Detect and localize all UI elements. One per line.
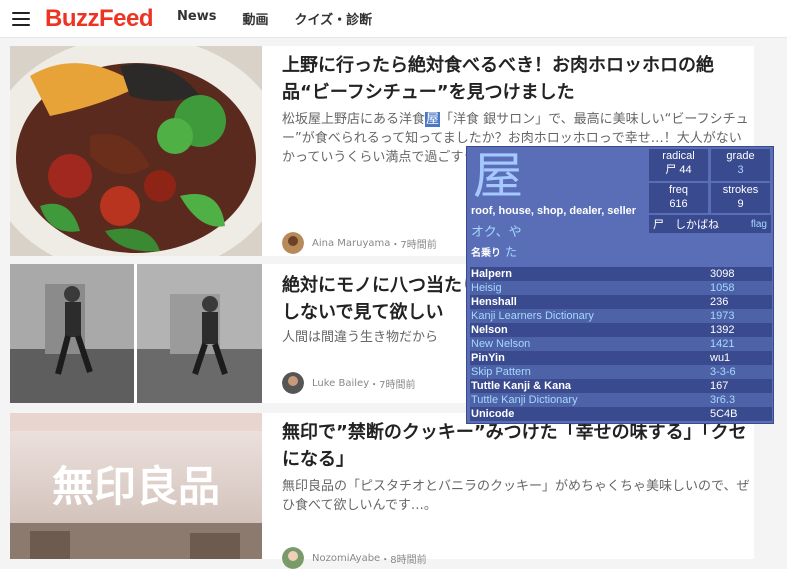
flag-link[interactable]: flag bbox=[751, 219, 767, 230]
ref-name: Unicode bbox=[471, 408, 515, 420]
author-name[interactable]: NozomiAyabe bbox=[312, 553, 380, 564]
stat-label: strokes bbox=[722, 184, 759, 196]
stat-label: radical bbox=[662, 150, 695, 162]
ref-row[interactable]: Skip Pattern 3-3-6 bbox=[470, 365, 772, 379]
timestamp: ・7時間前 bbox=[390, 239, 437, 251]
stat-value: 616 bbox=[669, 198, 688, 210]
timestamp: ・8時間前 bbox=[380, 554, 427, 566]
highlighted-kanji[interactable]: 屋 bbox=[425, 112, 441, 127]
ref-row: Nelson 1392 bbox=[470, 323, 772, 337]
ref-value: 1392 bbox=[710, 324, 735, 336]
ref-name: Nelson bbox=[471, 324, 508, 336]
ref-value: 3098 bbox=[710, 268, 735, 280]
ref-name[interactable]: Tuttle Kanji Dictionary bbox=[470, 393, 710, 407]
article-title[interactable]: 絶対にモノに八つ当たりしないで見て欲しい bbox=[282, 272, 482, 326]
ref-value: 1973 bbox=[710, 310, 735, 322]
ref-name: Henshall bbox=[471, 296, 517, 308]
byline: Aina Maruyama ・7時間前 bbox=[282, 232, 437, 254]
ref-value: 1421 bbox=[710, 338, 735, 350]
nanori-label: 名乗り bbox=[471, 248, 501, 259]
stat-label: grade bbox=[726, 150, 755, 162]
article-thumbnail-video[interactable] bbox=[10, 264, 262, 403]
author-name[interactable]: Aina Maruyama bbox=[312, 238, 390, 249]
ref-value: 236 bbox=[710, 296, 729, 308]
ref-row: Henshall 236 bbox=[470, 295, 772, 309]
kanji-onyomi: オク、や bbox=[471, 224, 522, 239]
article-content: 無印で”禁断のクッキー”みつけた「幸せの味する」「クセになる」 無印良品の「ピス… bbox=[282, 419, 752, 569]
reference-table: Halpern 3098 Heisig 1058 Henshall 236 Kanji… bbox=[470, 267, 772, 421]
stat-value: 9 bbox=[737, 198, 744, 210]
ref-value: 3-3-6 bbox=[710, 366, 736, 378]
ref-name[interactable]: Skip Pattern bbox=[470, 365, 710, 379]
buzzfeed-logo[interactable]: BuzzFeed bbox=[45, 5, 154, 33]
ref-value: 3r6.3 bbox=[710, 394, 736, 406]
ref-value: wu1 bbox=[710, 352, 731, 364]
stat-strokes: strokes 9 bbox=[711, 183, 770, 213]
ref-row: PinYin wu1 bbox=[470, 351, 772, 365]
article-thumbnail-beef-stew[interactable] bbox=[10, 46, 262, 256]
radical-name: 尸 しかばね bbox=[653, 219, 719, 231]
author-avatar[interactable] bbox=[282, 547, 304, 569]
radical-name-row: 尸 しかばね flag bbox=[649, 215, 771, 233]
hamburger-menu-icon[interactable] bbox=[12, 11, 30, 26]
ref-row[interactable]: Heisig 1058 bbox=[470, 281, 772, 295]
ref-value: 5C4B bbox=[710, 408, 738, 420]
article-card[interactable]: 無印良品 無印で”禁断のクッキー”みつけた「幸せの味する」「クセになる」 無印良… bbox=[10, 413, 754, 569]
author-avatar[interactable] bbox=[282, 372, 304, 394]
ref-row[interactable]: New Nelson 1421 bbox=[470, 337, 772, 351]
stat-value: 3 bbox=[737, 164, 744, 176]
desc-text: 松坂屋上野店にある洋食 bbox=[282, 112, 426, 127]
nav-quizzes[interactable]: クイズ・診断 bbox=[294, 9, 372, 28]
ref-row[interactable]: Tuttle Kanji Dictionary 3r6.3 bbox=[470, 393, 772, 407]
kanji-meaning: roof, house, shop, dealer, seller bbox=[471, 205, 637, 217]
nav-videos[interactable]: 動画 bbox=[242, 9, 268, 28]
byline: Luke Bailey ・7時間前 bbox=[282, 372, 416, 394]
ref-name[interactable]: Kanji Learners Dictionary bbox=[470, 309, 710, 323]
ref-row[interactable]: Kanji Learners Dictionary 1973 bbox=[470, 309, 772, 323]
ref-name: PinYin bbox=[471, 352, 505, 364]
timestamp: ・7時間前 bbox=[369, 379, 416, 391]
ref-row: Tuttle Kanji & Kana 167 bbox=[470, 379, 772, 393]
byline: NozomiAyabe ・8時間前 bbox=[282, 547, 427, 569]
stat-value: 尸 44 bbox=[665, 164, 692, 176]
article-description: 無印良品の「ピスタチオとバニラのクッキー」がめちゃくちゃ美味しいので、ぜひ食べて… bbox=[282, 479, 750, 513]
article-title[interactable]: 上野に行ったら絶対食べるべき！お肉ホロッホロの絶品“ビーフシチュー”を見つけまし… bbox=[282, 52, 752, 106]
article-title[interactable]: 無印で”禁断のクッキー”みつけた「幸せの味する」「クセになる」 bbox=[282, 419, 752, 473]
stat-freq: freq 616 bbox=[649, 183, 708, 213]
ref-name: Tuttle Kanji & Kana bbox=[471, 380, 572, 392]
ref-row: Halpern 3098 bbox=[470, 267, 772, 281]
store-sign: 無印良品 bbox=[52, 462, 220, 511]
main-nav: News 動画 クイズ・診断 bbox=[177, 9, 372, 28]
nav-news[interactable]: News bbox=[177, 9, 216, 28]
ref-name[interactable]: Heisig bbox=[470, 281, 710, 295]
stat-grade: grade 3 bbox=[711, 149, 770, 181]
kanji-dictionary-popup: 屋 roof, house, shop, dealer, seller オク、や… bbox=[466, 146, 774, 424]
stat-label: freq bbox=[669, 184, 688, 196]
kanji-character: 屋 bbox=[473, 147, 523, 205]
article-thumbnail-muji[interactable]: 無印良品 bbox=[10, 413, 262, 559]
author-avatar[interactable] bbox=[282, 232, 304, 254]
author-name[interactable]: Luke Bailey bbox=[312, 378, 369, 389]
ref-value: 167 bbox=[710, 380, 729, 392]
ref-value: 1058 bbox=[710, 282, 735, 294]
ref-name: Halpern bbox=[471, 268, 512, 280]
ref-name[interactable]: New Nelson bbox=[470, 337, 710, 351]
top-bar: BuzzFeed News 動画 クイズ・診断 bbox=[0, 0, 787, 38]
nanori-value: た bbox=[505, 245, 518, 259]
stat-radical: radical 尸 44 bbox=[649, 149, 708, 181]
ref-row: Unicode 5C4B bbox=[470, 407, 772, 421]
kanji-nanori: 名乗りた bbox=[471, 243, 517, 260]
